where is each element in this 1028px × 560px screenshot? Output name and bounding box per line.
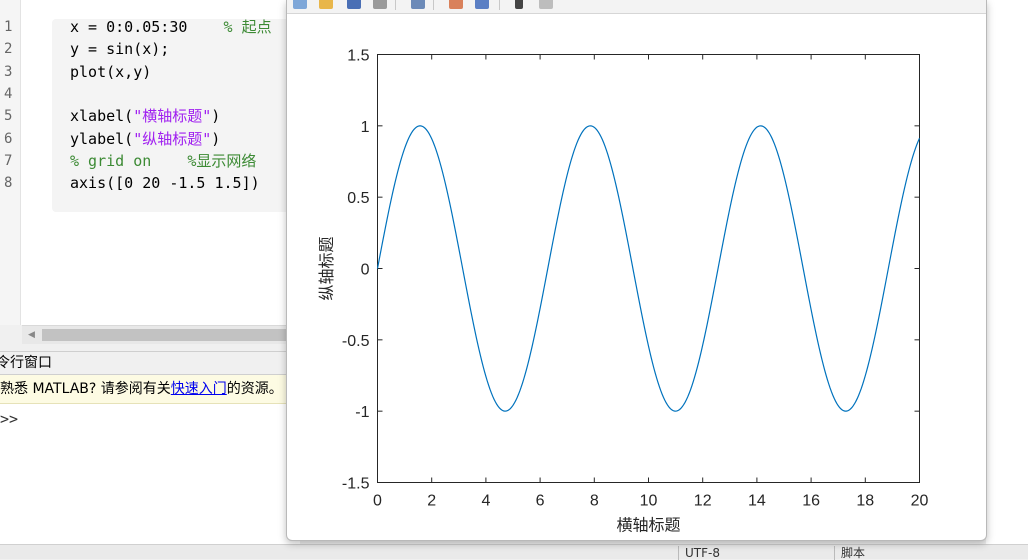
x-tick-label: 14: [748, 493, 766, 510]
code-text: ylabel(: [70, 129, 134, 148]
code-line[interactable]: plot(x,y): [70, 61, 151, 83]
x-tick-label: 8: [590, 493, 599, 510]
x-axis-label: 横轴标题: [616, 516, 680, 535]
line-number: 2: [4, 41, 13, 58]
x-tick-label: 12: [694, 493, 712, 510]
y-tick-label: -1.5: [342, 476, 370, 493]
line-number: 8: [4, 175, 13, 192]
line-number: 7: [4, 152, 13, 169]
y-tick-label: 0: [361, 262, 370, 279]
code-line[interactable]: axis([0 20 -1.5 1.5]): [70, 172, 260, 194]
code-comment: % grid on %显示网络: [70, 151, 257, 170]
x-tick-label: 16: [802, 493, 820, 510]
code-text: plot(x,y): [70, 62, 152, 81]
y-tick-label: -1: [355, 404, 369, 421]
command-window-title: 令行窗口: [0, 351, 300, 375]
y-tick-label: -0.5: [342, 333, 370, 350]
code-editor[interactable]: 1 2 3 4 5 6 7 8 x = 0:0.05:30 % 起点 y = sin(x); pl…: [0, 0, 300, 325]
axes-box: [377, 54, 920, 483]
code-text: axis([0 20 -1.5 1.5]): [70, 174, 260, 193]
workspace-panel: [986, 0, 1028, 545]
command-window-notice: 熟悉 MATLAB? 请参阅有关快速入门的资源。: [0, 375, 300, 404]
code-line[interactable]: xlabel("横轴标题"): [70, 105, 220, 127]
code-text: ): [211, 129, 221, 148]
scrollbar-thumb[interactable]: [42, 329, 300, 341]
y-tick-label: 1.5: [347, 48, 369, 65]
status-bar: UTF-8 脚本: [0, 544, 1028, 560]
y-tick-label: 0.5: [347, 190, 369, 207]
x-tick-label: 18: [856, 493, 874, 510]
line-number: 3: [4, 63, 13, 80]
line-number: 4: [4, 85, 13, 102]
code-text: xlabel(: [70, 107, 134, 126]
editor-horizontal-scrollbar[interactable]: ◀: [22, 325, 300, 344]
line-number-gutter: 1 2 3 4 5 6 7 8: [0, 0, 21, 325]
figure-window[interactable]: 0 2 4 6 8 10 12 14 16 18 20 -1.5 -1 -0.5 0 0.5 1 1.5 横轴标题 纵…: [286, 0, 987, 541]
x-tick-label: 20: [911, 493, 929, 510]
notice-text: 熟悉 MATLAB? 请参阅有关: [0, 381, 171, 397]
code-line[interactable]: x = 0:0.05:30 % 起点: [70, 16, 272, 38]
code-text: ): [211, 107, 221, 126]
x-tick-label: 6: [536, 493, 545, 510]
code-line[interactable]: y = sin(x);: [70, 38, 169, 60]
code-string: "纵轴标题": [133, 129, 212, 148]
x-tick-label: 0: [373, 493, 382, 510]
scroll-left-icon[interactable]: ◀: [28, 330, 35, 340]
code-comment: % 起点: [223, 18, 272, 36]
line-number: 1: [4, 19, 13, 35]
code-line[interactable]: ylabel("纵轴标题"): [70, 128, 220, 150]
code-line[interactable]: % grid on %显示网络: [70, 150, 256, 172]
code-text: y = sin(x);: [70, 40, 170, 59]
quick-start-link[interactable]: 快速入门: [171, 381, 227, 397]
code-string: "横轴标题": [133, 107, 212, 126]
plot-canvas[interactable]: 0 2 4 6 8 10 12 14 16 18 20 -1.5 -1 -0.5 0 0.5 1 1.5 横轴标题 纵…: [287, 0, 986, 540]
y-tick-label: 1: [361, 119, 370, 136]
command-prompt: >>: [0, 410, 19, 428]
x-tick-label: 4: [481, 493, 490, 510]
notice-text-suffix: 的资源。: [226, 381, 283, 397]
x-tick-label: 2: [427, 493, 436, 510]
y-axis-label: 纵轴标题: [317, 236, 336, 300]
line-number: 6: [4, 130, 13, 147]
x-tick-label: 10: [640, 493, 658, 510]
line-number: 5: [4, 108, 13, 125]
command-input-area[interactable]: >>: [0, 404, 300, 544]
code-text: x = 0:0.05:30: [70, 18, 224, 36]
